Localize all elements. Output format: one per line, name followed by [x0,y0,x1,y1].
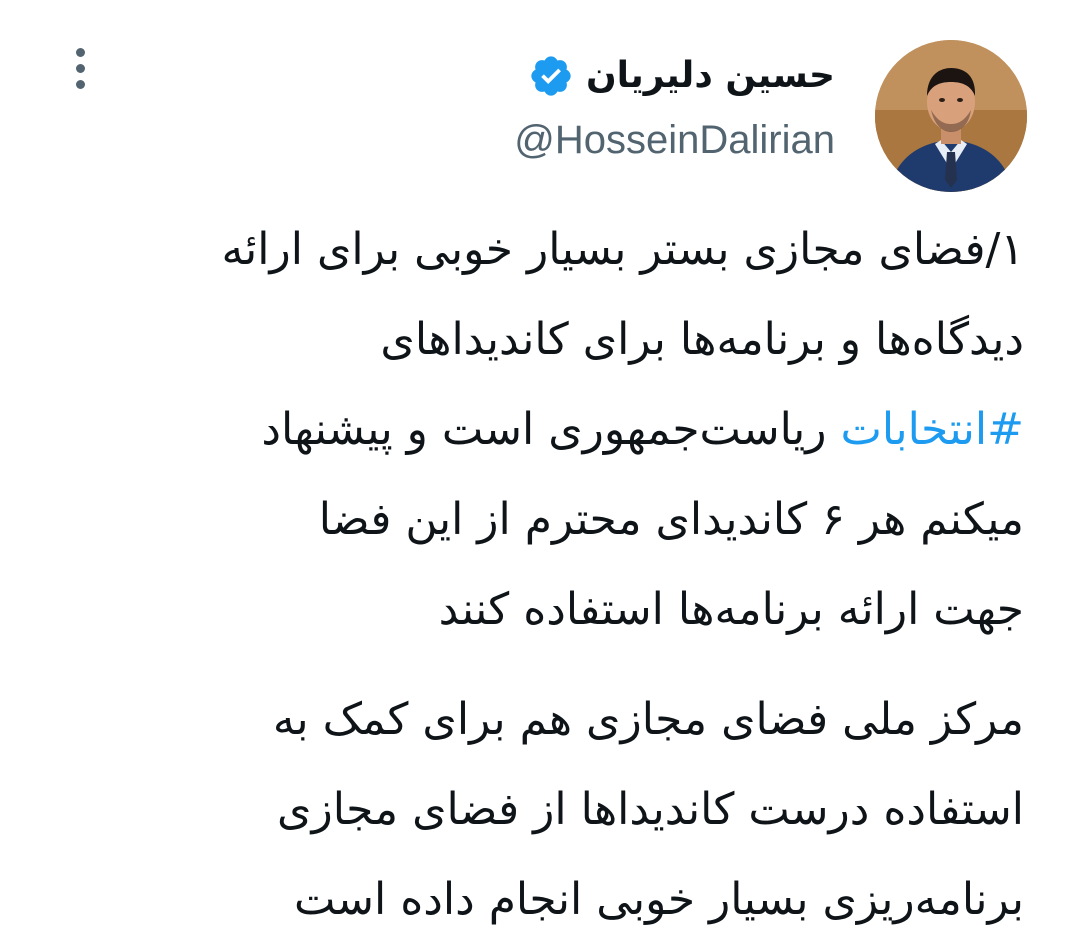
more-options-icon[interactable] [60,40,100,96]
avatar[interactable] [875,40,1027,192]
tweet-line: استفاده درست کاندیداها از فضای مجازی [277,784,1024,835]
more-dot [75,48,85,57]
author-display-name[interactable]: حسین دلیریان [586,48,835,104]
tweet-line: جهت ارائه برنامه‌ها استفاده کنند [438,584,1024,635]
tweet-text: ۱/فضای مجازی بستر بسیار خوبی برای ارائه … [54,205,1024,945]
tweet-line: ۱/فضای مجازی بستر بسیار خوبی برای ارائه [221,224,1024,275]
tweet-line: #انتخابات ریاست‌جمهوری است و پیشنهاد [54,385,1024,475]
avatar-photo [875,40,1027,192]
more-dot [75,64,85,73]
tweet-line: دیدگاه‌ها و برنامه‌ها برای کاندیداهای [380,314,1024,365]
tweet-header: حسین دلیریان @HosseinDalirian [0,0,1080,200]
tweet-line: مرکز ملی فضای مجازی هم برای کمک به [272,694,1024,745]
author-name-row: حسین دلیریان [528,48,835,104]
tweet-line: برنامه‌ریزی بسیار خوبی انجام داده است [293,874,1024,925]
tweet-line: میکنم هر ۶ کاندیدای محترم از این فضا [318,494,1024,545]
tweet-line-text: ریاست‌جمهوری است و پیشنهاد [261,404,841,455]
author-handle[interactable]: @HosseinDalirian [514,114,835,166]
tweet-paragraph-2: مرکز ملی فضای مجازی هم برای کمک به استفا… [54,675,1024,945]
more-dot [75,80,85,89]
tweet-paragraph-1: ۱/فضای مجازی بستر بسیار خوبی برای ارائه … [54,205,1024,655]
hashtag-link[interactable]: #انتخابات [841,404,1025,455]
verified-badge-icon [528,53,574,99]
